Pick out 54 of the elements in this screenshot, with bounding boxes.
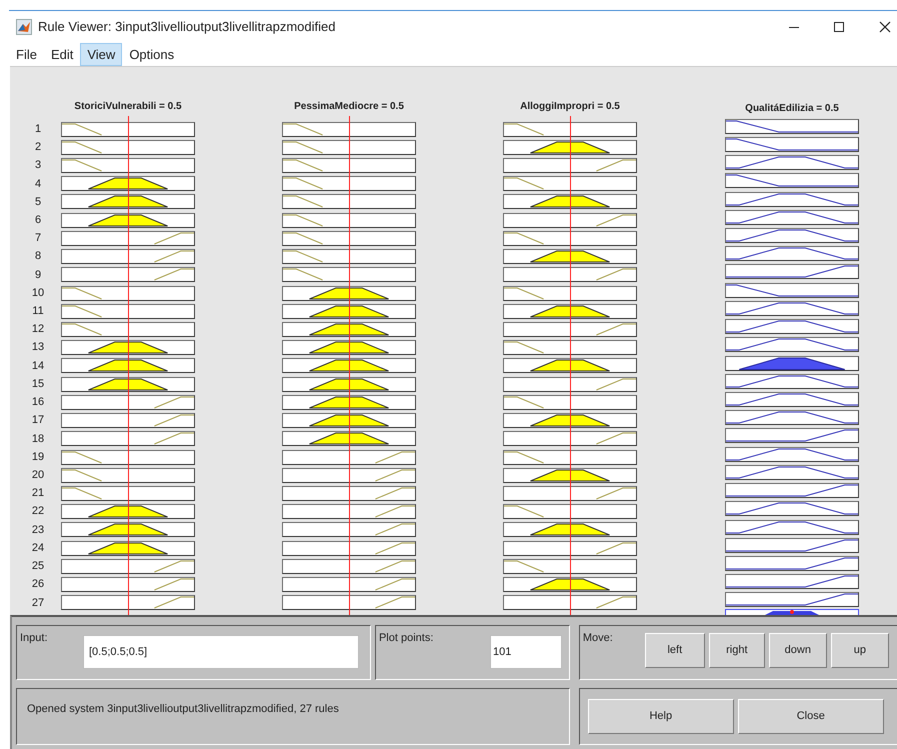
status-message: Opened system 3input3livellioutput3livellitrapzmodified, 27 rules [27, 702, 339, 717]
move-button[interactable]: down [768, 633, 827, 668]
menu-item[interactable]: View [80, 43, 122, 66]
window-title: Rule Viewer: 3input3livellioutput3livellitrapzmodified [38, 18, 336, 36]
rule-number: 9 [34, 268, 42, 283]
rule-number: 13 [32, 340, 44, 356]
rule-number: 4 [34, 176, 42, 192]
rule-number: 25 [32, 559, 44, 574]
close-icon[interactable] [879, 21, 891, 33]
plot-points-field[interactable]: 101 [490, 635, 562, 669]
input-field[interactable]: [0.5;0.5;0.5] [83, 635, 359, 669]
menu-item[interactable]: File [9, 43, 44, 66]
move-button[interactable]: up [830, 633, 889, 668]
input-variable-title: StoriciVulnerabili = 0.5 [74, 100, 182, 114]
input-variable-title: PessimaMediocre = 0.5 [294, 100, 404, 114]
rule-number: 11 [32, 304, 44, 320]
rule-number: 10 [32, 286, 44, 301]
rule-number: 12 [32, 322, 44, 338]
rule-number: 2 [34, 140, 42, 156]
rule-number: 7 [34, 231, 42, 246]
rule-number: 1 [34, 122, 42, 137]
rule-number: 22 [32, 504, 44, 520]
rule-number: 16 [32, 395, 44, 410]
app-logo-icon [16, 19, 32, 35]
dialog-button[interactable]: Close [738, 699, 884, 734]
move-button[interactable]: left [644, 633, 705, 668]
rule-number: 20 [32, 468, 44, 484]
input-label: Input: [20, 631, 48, 646]
input-variable-title: AlloggiImpropri = 0.5 [520, 100, 620, 114]
rule-number: 27 [32, 596, 44, 611]
move-label: Move: [582, 631, 613, 646]
input-value-line[interactable] [128, 116, 129, 615]
rule-number: 14 [32, 358, 44, 374]
plot-points-label: Plot points: [378, 631, 434, 646]
rule-number: 8 [34, 249, 42, 264]
move-button[interactable]: right [708, 633, 765, 668]
rule-number: 24 [32, 540, 44, 556]
rule-number: 17 [32, 413, 44, 428]
rule-number: 5 [34, 194, 42, 210]
output-variable-title: QualitáEdilizia = 0.5 [745, 102, 839, 116]
menu-item[interactable]: Options [122, 43, 182, 66]
maximize-icon[interactable] [833, 21, 845, 33]
rule-number: 15 [32, 376, 44, 392]
dialog-button[interactable]: Help [588, 699, 734, 734]
input-value-line[interactable] [570, 116, 571, 615]
rule-number: 26 [32, 577, 44, 592]
input-value-line[interactable] [349, 116, 350, 615]
rule-number: 19 [32, 450, 44, 465]
rule-number: 23 [32, 522, 44, 538]
rule-number: 18 [32, 432, 44, 447]
rule-number: 3 [34, 158, 42, 174]
rule-number: 21 [32, 486, 44, 502]
menu-item[interactable]: Edit [44, 43, 80, 66]
rule-number: 6 [34, 212, 42, 228]
